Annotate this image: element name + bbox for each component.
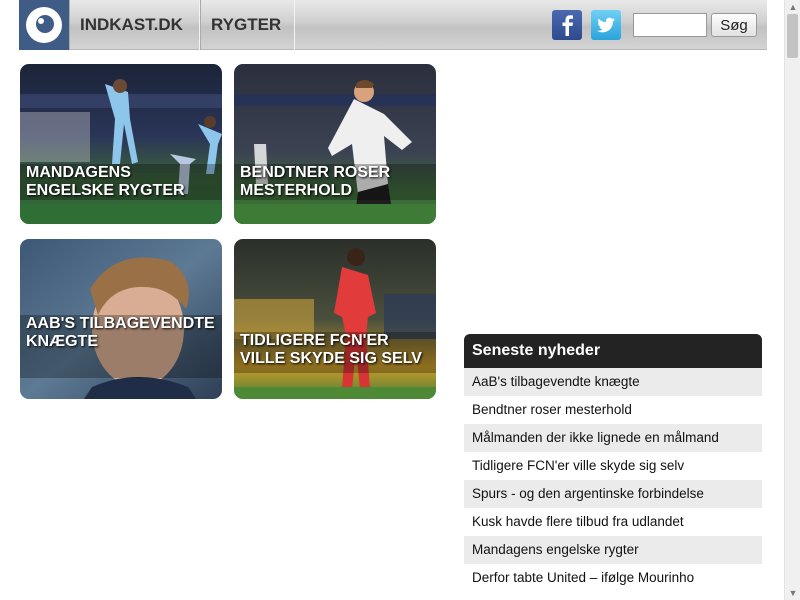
news-list-item[interactable]: Tidligere FCN'er ville skyde sig selv (464, 452, 762, 480)
news-list-item[interactable]: Derfor tabte United – ifølge Mourinho (464, 564, 762, 592)
news-list-item[interactable]: Bendtner roser mesterhold (464, 396, 762, 424)
page: INDKAST.DK RYGTER Søg MANDAGENS ENGELSKE… (0, 0, 800, 600)
news-list-item[interactable]: Målmanden der ikke lignede en målmand (464, 424, 762, 452)
top-navigation-bar: INDKAST.DK RYGTER Søg (19, 0, 767, 50)
latest-news-panel: Seneste nyheder AaB's tilbagevendte knæg… (464, 334, 762, 592)
news-list-item[interactable]: Mandagens engelske rygter (464, 536, 762, 564)
news-list-item[interactable]: AaB's tilbagevendte knægte (464, 368, 762, 396)
vertical-scrollbar[interactable]: ▲ ▼ (784, 0, 800, 600)
article-tile-bendtner[interactable]: BENDTNER ROSER MESTERHOLD (234, 64, 436, 224)
article-tile-aab[interactable]: AAB'S TILBAGEVENDTE KNÆGTE (20, 239, 222, 399)
latest-news-heading: Seneste nyheder (464, 334, 762, 368)
tile-title: TIDLIGERE FCN'ER VILLE SKYDE SIG SELV (234, 332, 436, 373)
article-photo (234, 239, 436, 399)
tile-title: AAB'S TILBAGEVENDTE KNÆGTE (20, 315, 222, 378)
scroll-up-arrow-icon[interactable]: ▲ (785, 0, 800, 14)
search-input[interactable] (633, 13, 707, 37)
article-photo (234, 64, 436, 224)
scroll-down-arrow-icon[interactable]: ▼ (785, 586, 800, 600)
indkast-logo-icon[interactable] (19, 0, 69, 50)
tile-title: MANDAGENS ENGELSKE RYGTER (20, 164, 222, 200)
nav-home-link[interactable]: INDKAST.DK (69, 0, 200, 50)
news-list-item[interactable]: Spurs - og den argentinske forbindelse (464, 480, 762, 508)
article-photo (20, 64, 222, 224)
scrollbar-thumb[interactable] (787, 14, 798, 58)
twitter-icon[interactable] (591, 10, 621, 40)
tile-title: BENDTNER ROSER MESTERHOLD (234, 164, 436, 200)
nav-rumors-link[interactable]: RYGTER (200, 0, 295, 50)
facebook-icon[interactable] (552, 10, 582, 40)
article-tile-former-fcn[interactable]: TIDLIGERE FCN'ER VILLE SKYDE SIG SELV (234, 239, 436, 399)
search-button[interactable]: Søg (711, 13, 757, 37)
article-tile-english-rumors[interactable]: MANDAGENS ENGELSKE RYGTER (20, 64, 222, 224)
news-list-item[interactable]: Kusk havde flere tilbud fra udlandet (464, 508, 762, 536)
